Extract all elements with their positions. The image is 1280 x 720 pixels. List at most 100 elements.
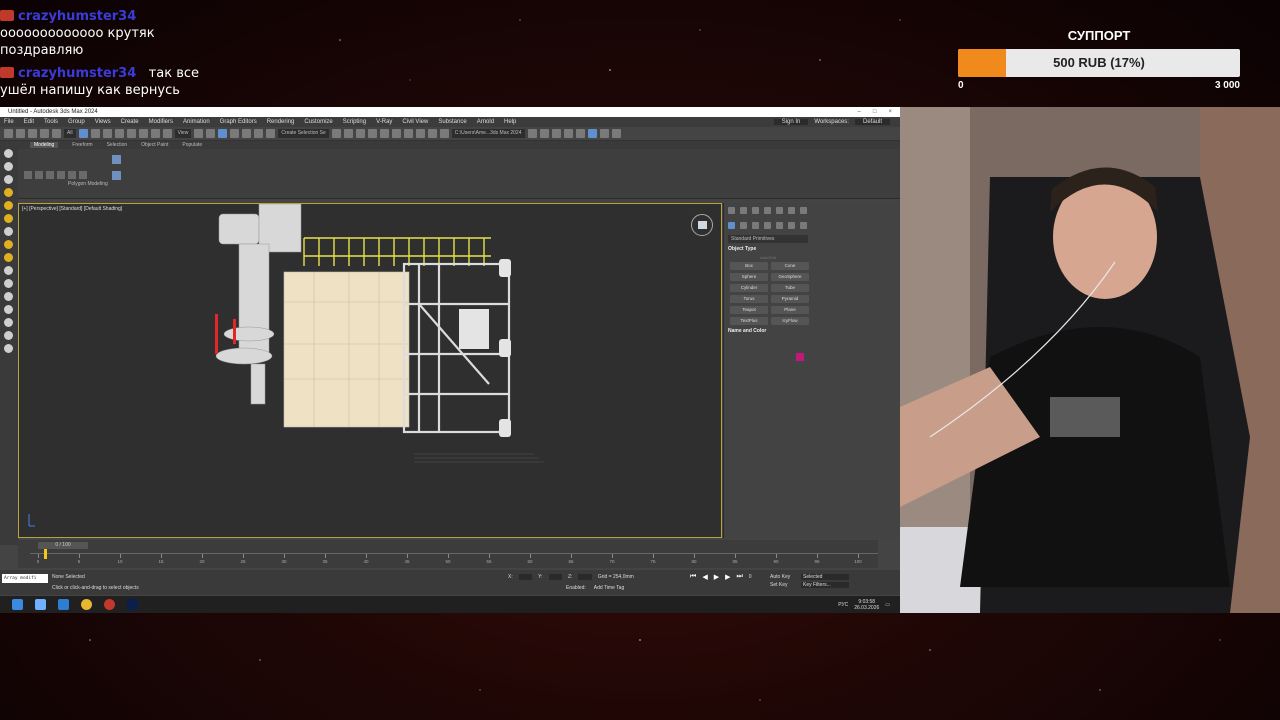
tab-modeling[interactable]: Modeling — [30, 142, 59, 148]
undo-icon[interactable] — [4, 129, 13, 138]
pivot-center-icon[interactable] — [194, 129, 204, 138]
motion-icon[interactable] — [4, 344, 13, 353]
menu-substance[interactable]: Substance — [438, 119, 466, 125]
vray-tools-icon[interactable] — [575, 129, 585, 138]
auto-key-button[interactable]: Auto Key — [770, 574, 798, 580]
reference-coordinate-dropdown[interactable]: View — [174, 129, 192, 138]
geometry-icon[interactable] — [4, 227, 13, 236]
close-icon[interactable]: × — [888, 109, 892, 115]
maxscript-listener-input[interactable]: Array modifi — [2, 574, 48, 583]
systems-category-icon[interactable] — [800, 222, 807, 229]
menu-views[interactable]: Views — [95, 119, 111, 125]
play-icon[interactable]: ▶ — [714, 573, 719, 581]
placement-icon[interactable] — [162, 129, 172, 138]
tube-button[interactable]: Tube — [771, 284, 809, 292]
menu-tools[interactable]: Tools — [44, 119, 58, 125]
pyramid-button[interactable]: Pyramid — [771, 295, 809, 303]
menu-v-ray[interactable]: V-Ray — [376, 119, 392, 125]
link-icon[interactable] — [28, 129, 37, 138]
spacewarps-category-icon[interactable] — [788, 222, 795, 229]
project-folder-icon[interactable] — [527, 129, 537, 138]
percent-snap-icon[interactable] — [242, 129, 252, 138]
material-icon[interactable] — [4, 292, 13, 301]
scene-explorer-icon[interactable] — [4, 149, 13, 158]
redo-icon[interactable] — [16, 129, 25, 138]
menu-animation[interactable]: Animation — [183, 119, 210, 125]
time-slider[interactable]: 0 / 100 — [38, 542, 88, 549]
select-icon[interactable] — [4, 162, 13, 171]
prev-frame-icon[interactable]: ◀ — [702, 573, 707, 581]
render-frame-icon[interactable] — [427, 129, 437, 138]
render-setup-icon[interactable] — [415, 129, 425, 138]
file-explorer-icon[interactable] — [58, 599, 69, 610]
x-coordinate-field[interactable] — [518, 574, 533, 580]
window-crossing-icon[interactable] — [114, 129, 124, 138]
torus-button[interactable]: Torus — [730, 295, 768, 303]
menu-rendering[interactable]: Rendering — [267, 119, 295, 125]
vray-frame-buffer-icon[interactable] — [563, 129, 573, 138]
add-time-tag-button[interactable]: Add Time Tag — [594, 585, 624, 591]
autogrid-checkbox[interactable]: AutoGrid — [728, 255, 808, 260]
teapot-button[interactable]: Teapot — [730, 306, 768, 314]
snaps-toggle-icon[interactable] — [218, 129, 228, 138]
sign-in-button[interactable]: Sign In — [773, 119, 809, 125]
z-coordinate-field[interactable] — [578, 574, 592, 580]
sphere-button[interactable]: Sphere — [730, 273, 768, 281]
selection-filter-dropdown[interactable]: All — [64, 129, 76, 138]
helper-icon[interactable] — [4, 214, 13, 223]
cameras-category-icon[interactable] — [764, 222, 771, 229]
angle-snap-icon[interactable] — [230, 129, 240, 138]
spinner-snap-icon[interactable] — [254, 129, 264, 138]
modify-tab-icon[interactable] — [740, 207, 747, 214]
ribbon-group-label[interactable]: Polygon Modeling — [68, 181, 108, 187]
cylinder-button[interactable]: Cylinder — [730, 284, 768, 292]
select-object-icon[interactable] — [78, 129, 88, 138]
geosphere-button[interactable]: GeoSphere — [771, 273, 809, 281]
tab-freeform[interactable]: Freeform — [72, 142, 92, 148]
edit-named-selection-icon[interactable] — [266, 129, 276, 138]
workspace-dropdown[interactable]: Default — [854, 119, 890, 125]
hierarchy-icon[interactable] — [4, 331, 13, 340]
toggle-ribbon-icon[interactable] — [367, 129, 377, 138]
object-icon[interactable] — [4, 266, 13, 275]
viewcube-icon[interactable] — [691, 214, 713, 236]
display-icon[interactable] — [4, 175, 13, 184]
photoshop-icon[interactable] — [127, 599, 138, 610]
helpers-category-icon[interactable] — [776, 222, 783, 229]
next-frame-icon[interactable]: ▶ — [725, 573, 730, 581]
curve-editor-icon[interactable] — [379, 129, 389, 138]
menu-help[interactable]: Help — [504, 119, 516, 125]
cloud-icon[interactable] — [35, 599, 46, 610]
motion-tab-icon[interactable] — [764, 207, 771, 214]
camera-icon[interactable] — [4, 201, 13, 210]
menu-scripting[interactable]: Scripting — [343, 119, 366, 125]
menu-civil-view[interactable]: Civil View — [402, 119, 428, 125]
unlink-icon[interactable] — [40, 129, 49, 138]
textplus-button[interactable]: TextPlus — [730, 317, 768, 325]
help-icon[interactable] — [611, 129, 621, 138]
perspective-viewport[interactable]: [+] [Perspective] [Standard] [Default Sh… — [18, 203, 722, 538]
tab-object-paint[interactable]: Object Paint — [141, 142, 168, 148]
key-filters-button[interactable]: Key Filters... — [801, 582, 849, 588]
time-slider-thumb[interactable] — [44, 549, 47, 559]
tab-populate[interactable]: Populate — [182, 142, 202, 148]
bind-space-warp-icon[interactable] — [52, 129, 61, 138]
icyflow-button[interactable]: IcyFlow — [771, 317, 809, 325]
minimize-icon[interactable]: – — [858, 109, 861, 115]
menu-modifiers[interactable]: Modifiers — [149, 119, 173, 125]
clock[interactable]: 9:03:58 26.03.2026 — [854, 599, 879, 611]
menu-group[interactable]: Group — [68, 119, 85, 125]
align-icon[interactable] — [343, 129, 353, 138]
language-indicator[interactable]: РУС — [838, 602, 848, 608]
menu-file[interactable]: File — [4, 119, 14, 125]
box-button[interactable]: Box — [730, 262, 768, 270]
scale-icon[interactable] — [150, 129, 160, 138]
display-tab-icon[interactable] — [776, 207, 783, 214]
menu-graph-editors[interactable]: Graph Editors — [220, 119, 257, 125]
layer-explorer-icon[interactable] — [355, 129, 365, 138]
set-key-button[interactable]: Set Key — [770, 582, 798, 588]
tab-selection[interactable]: Selection — [107, 142, 128, 148]
obs-icon[interactable] — [104, 599, 115, 610]
layer-icon[interactable] — [4, 279, 13, 288]
chrome-icon[interactable] — [81, 599, 92, 610]
